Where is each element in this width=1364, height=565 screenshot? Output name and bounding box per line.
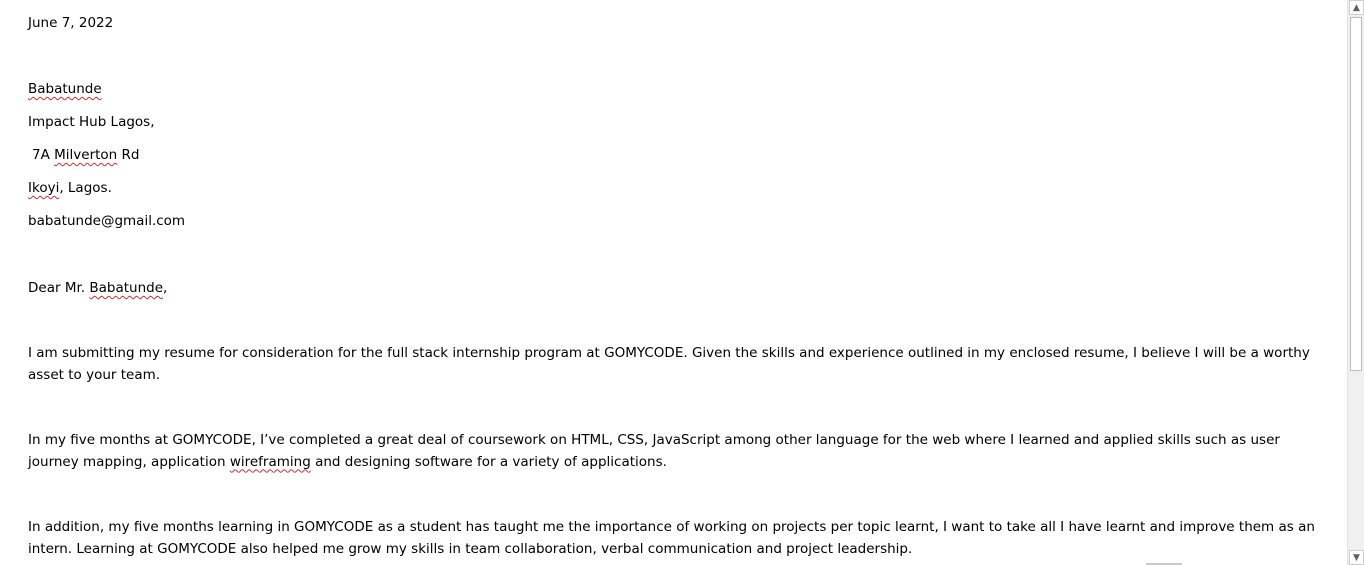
paragraph-2-flagged-word[interactable]: wireframing <box>230 454 311 470</box>
body-paragraph-2: In my five months at GOMYCODE, I’ve comp… <box>28 430 1318 473</box>
vertical-scrollbar[interactable]: ▲ ▼ <box>1347 0 1364 565</box>
scroll-up-icon[interactable]: ▲ <box>1349 0 1364 15</box>
address-line-2: 7A Milverton Rd <box>32 146 139 164</box>
address-line-3: Ikoyi, Lagos. <box>28 179 112 197</box>
recipient-email: babatunde@gmail.com <box>28 213 186 229</box>
address-line-2-street[interactable]: Milverton <box>54 147 117 163</box>
salutation-prefix: Dear Mr. <box>28 280 90 296</box>
salutation-suffix: , <box>163 280 168 296</box>
address-line-3-rest: , Lagos. <box>59 180 112 196</box>
recipient-name-text[interactable]: Babatunde <box>28 81 102 97</box>
address-line-1: Impact Hub Lagos, <box>28 114 155 130</box>
scrollbar-thumb[interactable] <box>1350 17 1362 371</box>
address-city[interactable]: Ikoyi <box>28 180 59 196</box>
paragraph-2-after: and designing software for a variety of … <box>310 453 667 470</box>
body-paragraph-1: I am submitting my resume for considerat… <box>28 345 1310 383</box>
document-page[interactable]: June 7, 2022 Babatunde Impact Hub Lagos,… <box>0 0 1347 565</box>
body-paragraph-3: In addition, my five months learning in … <box>28 519 1315 557</box>
salutation: Dear Mr. Babatunde, <box>28 279 167 297</box>
letter-date: June 7, 2022 <box>28 15 114 31</box>
address-line-2-prefix: 7A <box>32 147 55 163</box>
scroll-down-icon[interactable]: ▼ <box>1349 550 1364 565</box>
salutation-name[interactable]: Babatunde <box>89 280 163 296</box>
recipient-name: Babatunde <box>28 80 102 98</box>
address-line-2-suffix: Rd <box>117 147 140 163</box>
